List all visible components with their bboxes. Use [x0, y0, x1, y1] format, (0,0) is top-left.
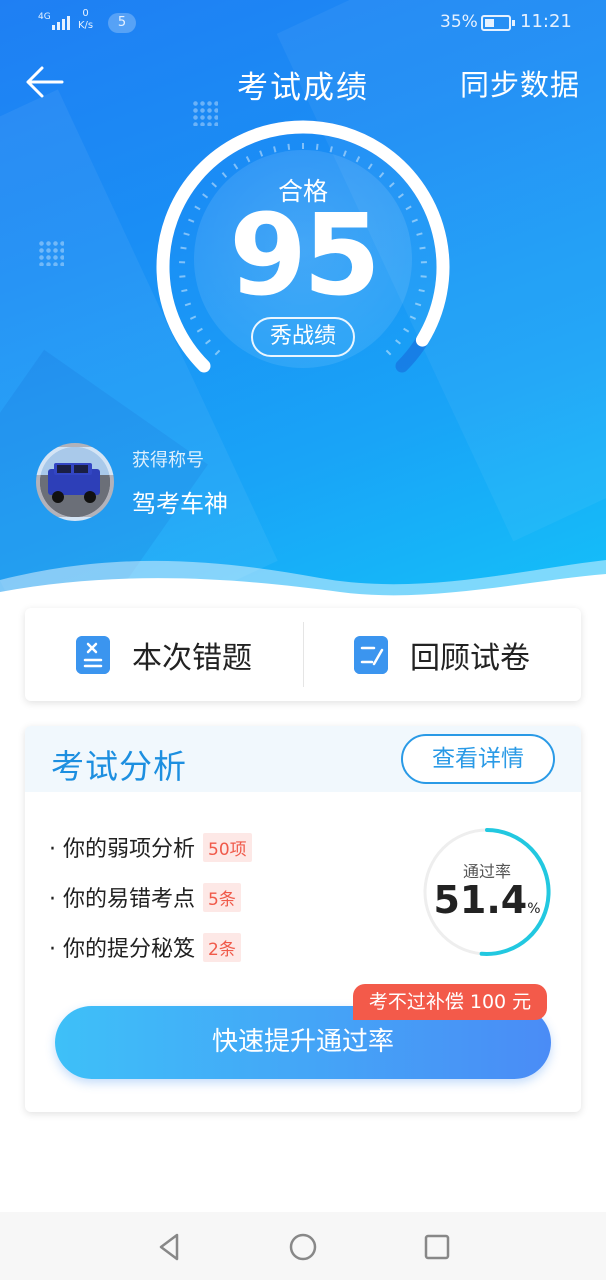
arrow-left-icon[interactable] — [22, 62, 66, 102]
nav-home-icon[interactable] — [286, 1230, 320, 1264]
gauge-tick — [329, 146, 333, 153]
wrong-questions-button[interactable]: 本次错题 — [25, 608, 303, 701]
system-nav-bar — [0, 1212, 606, 1280]
gauge-tick — [214, 349, 221, 356]
pass-rate-value-wrap: 51.4% — [421, 878, 553, 922]
item-text: · 你的弱项分析 — [49, 837, 195, 862]
view-details-button[interactable]: 查看详情 — [401, 734, 555, 784]
item-text: · 你的易错考点 — [49, 887, 195, 912]
gauge-tick — [403, 327, 410, 333]
car-photo — [40, 447, 110, 517]
clock: 11:21 — [520, 11, 572, 32]
gauge-tick — [189, 315, 197, 320]
wave-divider — [0, 560, 606, 610]
item-tag: 2条 — [203, 932, 241, 962]
item-tag: 5条 — [203, 882, 241, 912]
review-paper-icon — [354, 635, 388, 674]
notification-badge: 5 — [108, 13, 136, 33]
wrong-questions-label: 本次错题 — [132, 640, 252, 676]
achievement-label: 获得称号 — [132, 450, 204, 471]
nav-back-icon[interactable] — [152, 1230, 186, 1264]
sync-data-button[interactable]: 同步数据 — [460, 62, 580, 104]
gauge-tick — [259, 150, 264, 157]
list-item[interactable]: · 你的弱项分析 50项 — [49, 822, 252, 872]
pass-rate-unit: % — [527, 901, 541, 917]
gauge-tick — [355, 156, 361, 163]
item-tag: 50项 — [203, 832, 252, 862]
gauge-tick — [315, 143, 319, 150]
gauge-tick — [367, 163, 373, 170]
status-bar: 4G 0 K/s 5 35% 11:21 — [0, 0, 606, 46]
nav-recents-icon[interactable] — [420, 1230, 454, 1264]
gauge-tick — [385, 349, 392, 356]
analysis-title: 考试分析 — [51, 747, 187, 786]
signal-icon — [52, 14, 70, 30]
battery-percent: 35% — [440, 12, 478, 32]
net-speed: 0 K/s — [78, 8, 93, 32]
gauge-tick — [395, 339, 401, 345]
speed-unit: K/s — [78, 20, 94, 31]
review-paper-label: 回顾试卷 — [410, 640, 530, 676]
network-type: 4G — [38, 12, 51, 22]
analysis-list: · 你的弱项分析 50项 · 你的易错考点 5条 · 你的提分秘笈 2条 — [49, 822, 252, 972]
gauge-tick — [233, 163, 239, 170]
gauge-tick — [273, 146, 277, 153]
list-item[interactable]: · 你的易错考点 5条 — [49, 872, 252, 922]
score-value: 95 — [229, 191, 381, 321]
wrong-questions-icon — [76, 635, 110, 674]
show-score-button[interactable]: 秀战绩 — [251, 317, 355, 357]
achievement-title: 驾考车神 — [132, 490, 228, 518]
analysis-card: 考试分析 查看详情 · 你的弱项分析 50项 · 你的易错考点 5条 · 你的提… — [25, 726, 581, 1112]
gauge-tick — [205, 339, 211, 345]
action-card: 本次错题 回顾试卷 — [25, 608, 581, 701]
battery-icon — [481, 15, 515, 31]
pass-rate-value: 51.4 — [433, 878, 528, 922]
speed-value: 0 — [82, 8, 89, 19]
gauge-tick — [245, 156, 251, 163]
avatar[interactable] — [36, 443, 114, 521]
list-item[interactable]: · 你的提分秘笈 2条 — [49, 922, 252, 972]
gauge-tick — [342, 150, 347, 157]
analysis-header: 考试分析 查看详情 — [25, 726, 581, 792]
gauge-tick — [287, 143, 291, 150]
item-text: · 你的提分秘笈 — [49, 937, 195, 962]
review-paper-button[interactable]: 回顾试卷 — [303, 608, 581, 701]
gauge-tick — [409, 315, 417, 320]
compensation-badge: 考不过补偿 100 元 — [353, 984, 547, 1020]
gauge-tick — [196, 327, 203, 333]
